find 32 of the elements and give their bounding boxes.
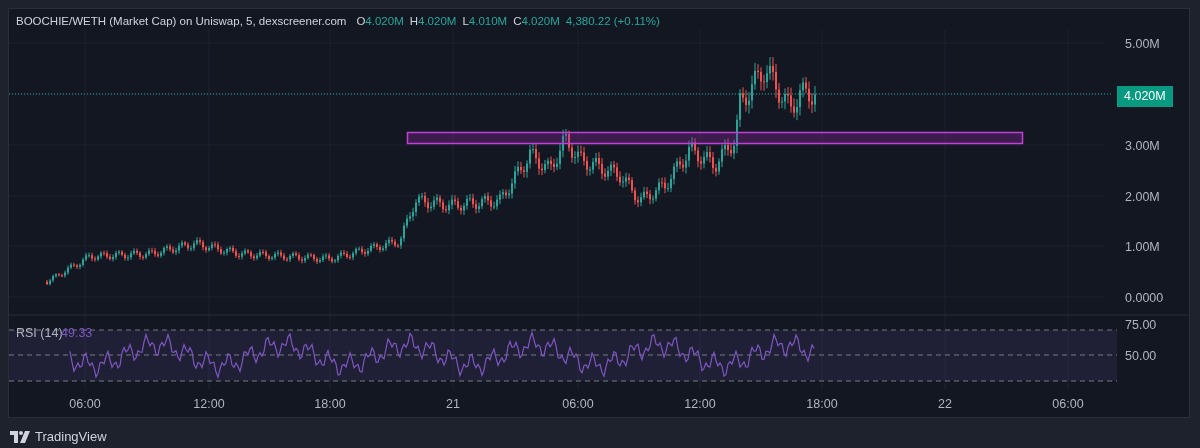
rsi-axis-label: 50.00 (1125, 348, 1157, 365)
ohlc-label: O (356, 14, 366, 29)
current-price-badge: 4.020M (1117, 86, 1173, 107)
chart-title: BOOCHIE/WETH (Market Cap) on Uniswap, 5, dexscreener.com (16, 14, 347, 29)
rsi-axis-label: 75.00 (1125, 317, 1157, 334)
time-axis-label: 06:00 (1052, 396, 1084, 413)
price-axis-label: 2.00M (1125, 189, 1160, 206)
time-axis-label: 06:00 (562, 396, 594, 413)
time-axis-label: 06:00 (69, 396, 101, 413)
ohlc-value: 4.020M (521, 14, 560, 29)
price-change: 4,380.22 (+0.11%) (565, 14, 660, 29)
ohlc-label: L (462, 14, 469, 29)
brand-name: TradingView (35, 428, 107, 446)
time-axis-label: 22 (938, 396, 952, 413)
time-axis-label: 21 (446, 396, 460, 413)
ohlc-value: 4.020M (418, 14, 457, 29)
ohlc-label: C (513, 14, 522, 29)
ohlc-label: H (409, 14, 419, 29)
price-axis-label: 5.00M (1125, 36, 1160, 53)
rsi-label: RSI (14) (16, 325, 63, 342)
time-axis-label: 12:00 (193, 396, 225, 413)
rsi-value: 49.33 (61, 325, 93, 342)
price-axis-label: 3.00M (1125, 138, 1160, 155)
price-axis-label: 1.00M (1125, 239, 1160, 256)
time-axis-label: 12:00 (684, 396, 716, 413)
zone-rectangle[interactable] (406, 131, 1024, 145)
ohlc-value: 4.010M (468, 14, 508, 29)
tradingview-logo-icon (10, 430, 30, 443)
time-axis-label: 18:00 (806, 396, 838, 413)
time-axis-label: 18:00 (314, 396, 346, 413)
ohlc-value: 4.020M (365, 14, 404, 29)
price-axis-label: 0.0000 (1125, 290, 1164, 307)
